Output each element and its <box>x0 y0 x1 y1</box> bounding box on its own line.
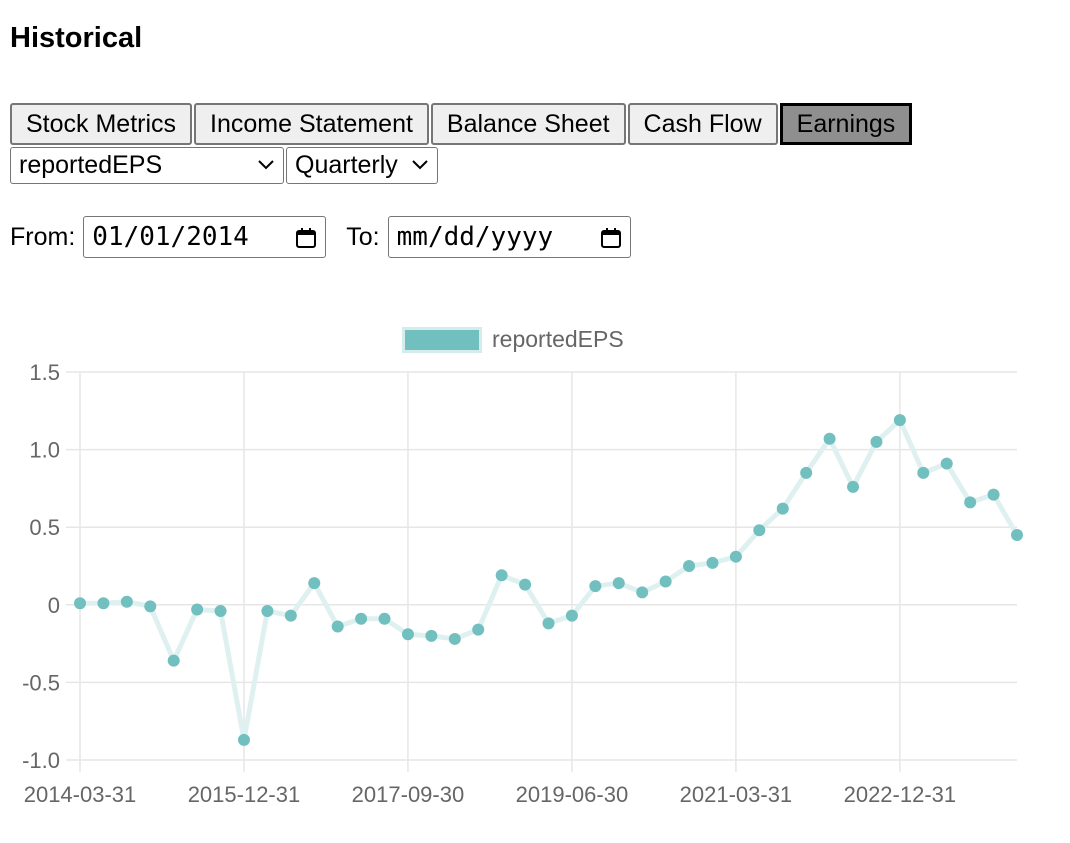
data-point <box>729 550 742 563</box>
data-point <box>1011 528 1023 541</box>
x-tick-label: 2015-12-31 <box>188 782 301 807</box>
data-point <box>144 600 157 613</box>
from-date-value: 01/01/2014 <box>92 222 249 252</box>
metric-select-value: reportedEPS <box>19 151 163 179</box>
y-tick-label: 0.5 <box>29 515 60 540</box>
data-point <box>659 575 672 588</box>
x-tick-label: 2014-03-31 <box>24 782 137 807</box>
y-tick-label: 0 <box>48 593 60 618</box>
data-point <box>167 654 180 667</box>
data-point <box>120 595 133 608</box>
data-point <box>284 609 297 622</box>
data-point <box>308 577 321 590</box>
eps-chart: reportedEPS 1.5 1.0 0.5 0 -0.5 -1.0 2014-03-31… <box>0 300 1070 838</box>
y-tick-label: 1.5 <box>29 360 60 385</box>
data-point <box>870 435 883 448</box>
data-point <box>237 733 250 746</box>
to-date-placeholder: mm/dd/yyyy <box>396 222 554 252</box>
data-point <box>612 577 625 590</box>
series-line <box>80 417 1020 743</box>
data-point <box>191 603 204 616</box>
data-point <box>987 488 1000 501</box>
data-point <box>800 466 813 479</box>
data-point <box>847 480 860 493</box>
tab-bar: Stock Metrics Income Statement Balance S… <box>10 103 913 145</box>
data-point <box>472 623 485 636</box>
to-label: To: <box>346 222 380 251</box>
period-select[interactable]: Quarterly <box>286 147 438 184</box>
data-point <box>776 502 789 515</box>
tab-balance-sheet[interactable]: Balance Sheet <box>430 103 626 145</box>
x-tick-label: 2019-06-30 <box>516 782 629 807</box>
data-point <box>823 432 836 445</box>
data-point <box>97 597 110 610</box>
y-tick-label: -1.0 <box>22 748 60 773</box>
data-point <box>940 457 953 470</box>
x-tick-label: 2021-03-31 <box>680 782 793 807</box>
tab-cash-flow[interactable]: Cash Flow <box>627 103 778 145</box>
data-point <box>753 524 766 537</box>
y-tick-label: -0.5 <box>22 670 60 695</box>
tab-earnings[interactable]: Earnings <box>779 103 913 145</box>
data-point <box>964 496 977 509</box>
data-point <box>519 578 532 591</box>
data-point <box>683 560 696 572</box>
calendar-icon[interactable] <box>295 226 317 248</box>
data-point <box>74 597 86 610</box>
from-date-input[interactable]: 01/01/2014 <box>83 216 327 258</box>
data-point <box>565 609 578 622</box>
x-tick-label: 2022-12-31 <box>844 782 957 807</box>
legend-swatch <box>402 326 482 353</box>
data-point <box>448 632 461 645</box>
legend-label: reportedEPS <box>492 326 624 352</box>
date-range: From: 01/01/2014 To: mm/dd/yyyy <box>10 216 631 258</box>
data-point <box>425 629 438 642</box>
data-point <box>706 556 719 569</box>
page-title: Historical <box>10 22 143 54</box>
data-point <box>589 580 602 593</box>
data-point <box>331 620 344 633</box>
to-date-input[interactable]: mm/dd/yyyy <box>387 216 631 258</box>
chart-plot: 1.5 1.0 0.5 0 -0.5 -1.0 2014-03-31 2015-12-31 20… <box>22 360 1023 807</box>
chevron-down-icon <box>411 154 429 177</box>
from-label: From: <box>10 222 76 251</box>
chevron-down-icon <box>257 154 275 177</box>
data-point <box>355 612 368 625</box>
calendar-icon[interactable] <box>600 226 622 248</box>
tab-income-statement[interactable]: Income Statement <box>194 103 429 145</box>
y-tick-label: 1.0 <box>29 438 60 463</box>
data-point <box>401 628 414 641</box>
x-tick-label: 2017-09-30 <box>352 782 465 807</box>
chart-legend[interactable]: reportedEPS <box>402 326 624 353</box>
metric-select[interactable]: reportedEPS <box>10 147 284 184</box>
tab-stock-metrics[interactable]: Stock Metrics <box>10 103 193 145</box>
period-select-value: Quarterly <box>295 151 398 179</box>
data-point <box>214 605 227 618</box>
data-point <box>261 605 274 618</box>
data-point <box>917 466 930 479</box>
data-point <box>893 414 906 427</box>
data-point <box>636 586 649 599</box>
data-point <box>495 569 508 582</box>
data-point <box>542 617 555 630</box>
data-point <box>378 612 391 625</box>
select-row: reportedEPS Quarterly <box>10 147 438 184</box>
